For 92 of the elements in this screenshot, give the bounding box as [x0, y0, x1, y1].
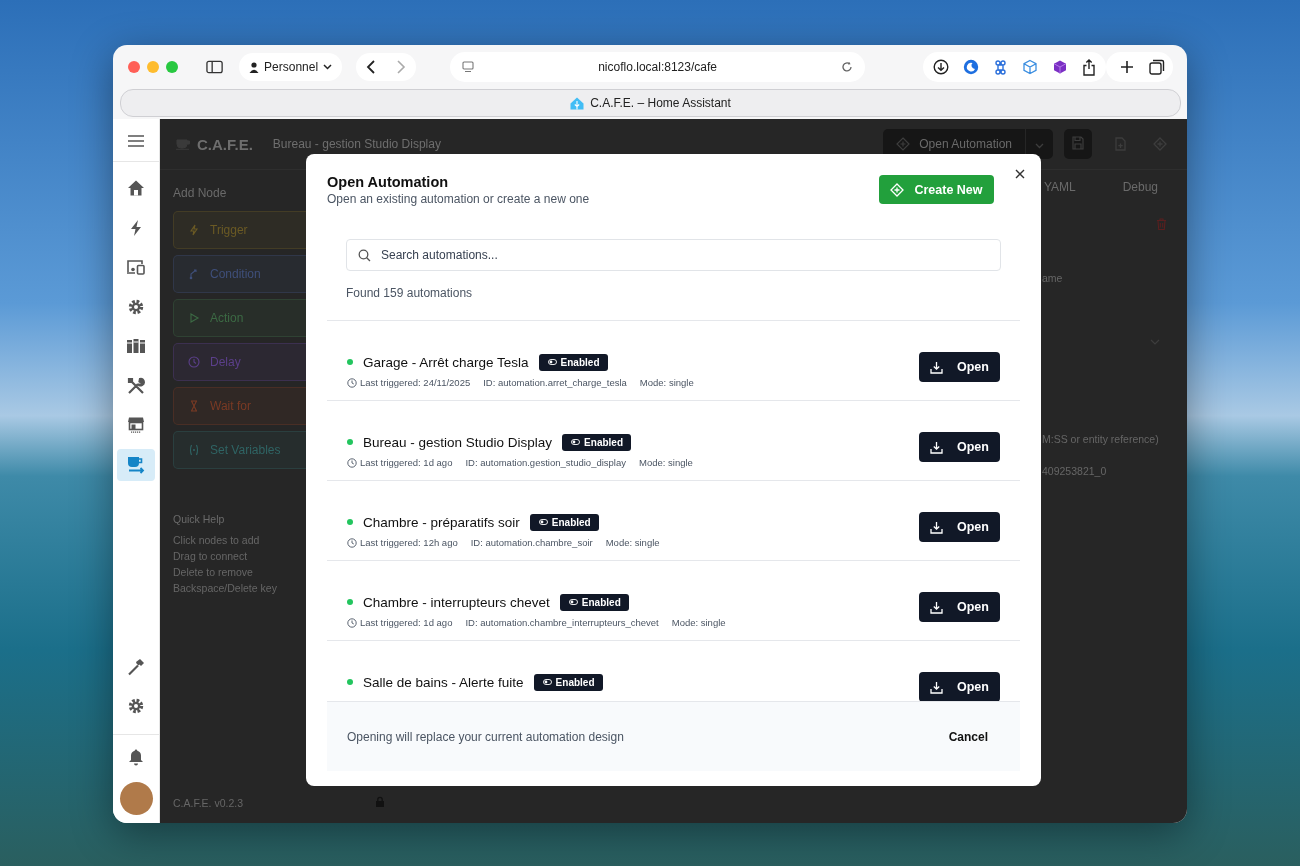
tabs-overview-icon[interactable] [1149, 59, 1165, 75]
bolt-icon [188, 224, 200, 236]
play-icon [188, 312, 200, 324]
braces-icon [188, 444, 200, 456]
menu-icon[interactable] [128, 135, 144, 147]
hourglass-icon [188, 400, 200, 412]
close-icon[interactable] [1015, 169, 1025, 179]
new-tab-icon[interactable] [1120, 60, 1134, 74]
open-button[interactable]: Open [919, 432, 1000, 462]
status-badge: Enabled [533, 673, 603, 691]
sidebar-toggle-icon[interactable] [206, 60, 224, 74]
package-icon[interactable] [1052, 59, 1068, 75]
browser-tab[interactable]: C.A.F.E. – Home Assistant [120, 89, 1181, 117]
app-logo-text: C.A.F.E. [197, 135, 253, 153]
help-text: Delete to remove [173, 566, 254, 578]
open-button[interactable]: Open [919, 352, 1000, 382]
branch-icon [188, 268, 200, 280]
clock-icon [347, 617, 357, 628]
clock-icon [188, 356, 200, 368]
cafe-icon[interactable] [117, 448, 155, 481]
close-window-button[interactable] [128, 61, 140, 73]
automation-name: Bureau - gestion Studio Display [272, 137, 441, 151]
toggle-icon [571, 439, 581, 445]
avatar[interactable] [119, 782, 153, 815]
automation-id-text: ID: automation.gestion_studio_display [465, 457, 626, 468]
download-icon[interactable] [933, 59, 949, 75]
toggle-icon [568, 599, 578, 605]
open-button[interactable]: Open [919, 512, 1000, 542]
toggle-icon [547, 359, 557, 365]
toggle-icon [542, 679, 552, 685]
download-icon [930, 520, 943, 534]
warning-text: Opening will replace your current automation design [347, 729, 624, 744]
back-icon[interactable] [366, 60, 377, 74]
page-menu-icon[interactable] [462, 61, 475, 73]
field-hint: M:SS or entity reference) [1041, 433, 1160, 445]
field-label: ame [1041, 272, 1064, 284]
open-button[interactable]: Open [919, 592, 1000, 622]
help-title: Quick Help [173, 513, 226, 525]
cancel-button[interactable]: Cancel [948, 729, 988, 744]
clock-icon [347, 537, 357, 548]
profile-button[interactable]: Personnel [239, 53, 343, 81]
house-logo-icon [570, 96, 585, 110]
moon-icon[interactable] [963, 59, 979, 75]
mode-text: Mode: single [639, 377, 694, 388]
result-count: Found 159 automations [346, 286, 474, 300]
status-badge: Enabled [559, 593, 629, 611]
dialog-title: Open Automation [327, 174, 450, 190]
help-text: Backspace/Delete key [173, 582, 278, 594]
dropdown-button[interactable] [1025, 129, 1053, 159]
diamond-plus-icon [890, 182, 905, 197]
automation-id-text: ID: automation.chambre_soir [470, 537, 593, 548]
palette-title: Add Node [173, 186, 228, 200]
automation-id-text: ID: automation.chambre_interrupteurs_chevet [465, 617, 659, 628]
automation-name[interactable]: Chambre - interrupteurs chevet [363, 594, 550, 610]
status-badge: Enabled [562, 433, 631, 451]
mode-text: Mode: single [671, 617, 726, 628]
download-icon [930, 360, 943, 374]
mode-text: Mode: single [605, 537, 660, 548]
person-icon [249, 61, 260, 73]
share-icon[interactable] [1082, 58, 1096, 76]
last-triggered-text: Last triggered: 1d ago [347, 457, 453, 468]
diamond-plus-icon [896, 137, 911, 151]
clock-icon [347, 377, 357, 388]
automation-name[interactable]: Garage - Arrêt charge Tesla [363, 354, 529, 370]
status-badge: Enabled [538, 353, 608, 371]
cube-icon[interactable] [1022, 59, 1038, 75]
download-icon [930, 680, 943, 694]
help-text: Drag to connect [173, 550, 249, 562]
toggle-icon [538, 519, 548, 525]
automation-name[interactable]: Bureau - gestion Studio Display [363, 434, 553, 450]
clock-icon [347, 457, 357, 468]
field-value: 409253821_0 [1041, 465, 1108, 477]
search-field[interactable]: Search automations... [346, 239, 1001, 271]
command-key-icon[interactable] [993, 59, 1008, 75]
download-icon [930, 600, 943, 614]
open-button[interactable]: Open [919, 672, 1000, 701]
download-icon [930, 440, 943, 454]
chevron-down-icon [1035, 142, 1044, 149]
reload-icon[interactable] [841, 61, 853, 73]
mode-text: Mode: single [639, 457, 693, 468]
version-text: C.A.F.E. v0.2.3 [173, 797, 245, 809]
last-triggered-text: Last triggered: 12h ago [347, 537, 458, 548]
automation-name[interactable]: Chambre - préparatifs soir [363, 514, 520, 530]
dialog-subtitle: Open an existing automation or create a new one [327, 192, 590, 206]
last-triggered-text: Last triggered: 1d ago [347, 617, 453, 628]
status-badge: Enabled [529, 513, 599, 531]
chevron-down-icon [323, 64, 333, 70]
last-triggered-text: Last triggered: 24/11/2025 [347, 377, 471, 388]
automation-id-text: ID: automation.arret_charge_tesla [483, 377, 627, 388]
automation-name[interactable]: Salle de bains - Alerte fuite [363, 674, 524, 690]
help-text: Click nodes to add [173, 534, 261, 546]
address-bar[interactable]: nicoflo.local:8123/cafe [450, 52, 865, 82]
